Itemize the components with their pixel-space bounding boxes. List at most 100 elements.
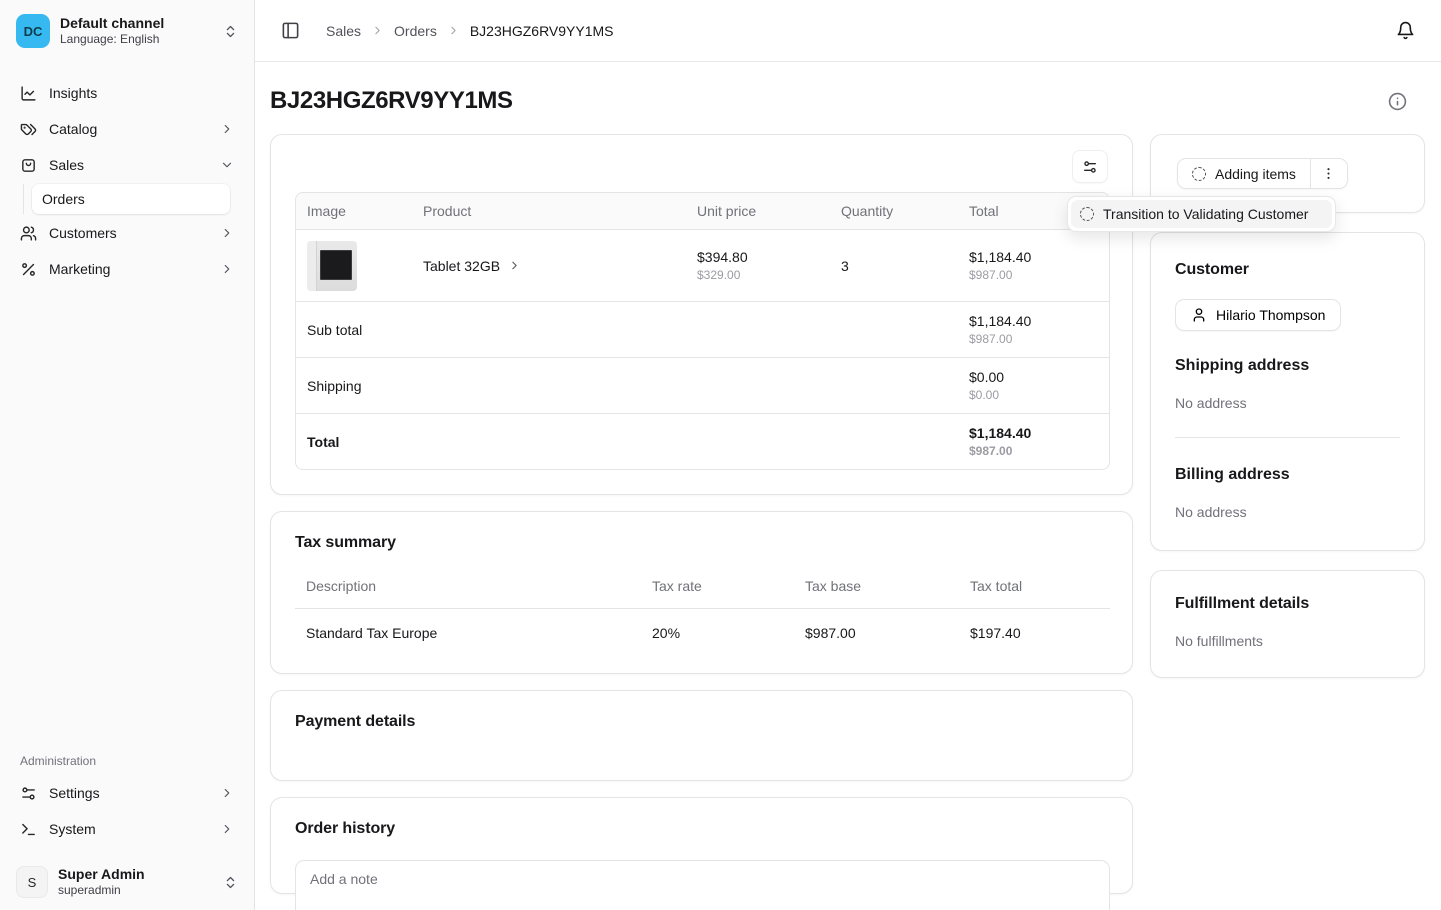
total-label: Total [295,414,958,470]
sidebar-item-settings[interactable]: Settings [14,776,240,810]
user-icon [1191,307,1207,323]
chart-line-icon [20,85,37,102]
chevron-right-icon [508,259,521,272]
fulfillment-details-title: Fulfillment details [1175,595,1400,613]
sidebar-item-label: Customers [49,225,208,241]
shopping-bag-icon [20,157,37,174]
admin-nav: Settings System [14,776,240,846]
administration-section-label: Administration [14,754,240,768]
add-note-input[interactable] [295,860,1110,910]
tax-rate: 20% [641,609,794,648]
sidebar-item-sales[interactable]: Sales [14,148,240,182]
order-state-label: Adding items [1215,166,1296,182]
product-name: Tablet 32GB [423,258,500,274]
channel-language: Language: English [60,32,213,47]
divider [1175,437,1400,438]
shipping-label: Shipping [295,358,958,414]
page-title: BJ23HGZ6RV9YY1MS [270,87,513,115]
app-window: DC Default channel Language: English Ins… [0,0,1441,910]
payment-details-title: Payment details [295,713,1108,731]
transition-state-menu-item[interactable]: Transition to Validating Customer [1071,200,1332,228]
sidebar-item-system[interactable]: System [14,812,240,846]
tax-summary-card: Tax summary Description Tax rate Tax bas… [270,511,1133,674]
total-value: $1,184.40 [969,425,1098,441]
total-net: $987.00 [969,444,1098,458]
tags-icon [20,121,37,138]
sidebar-item-orders[interactable]: Orders [32,184,230,214]
subtotal-net: $987.00 [969,332,1098,346]
topbar: Sales Orders BJ23HGZ6RV9YY1MS [255,0,1441,62]
user-name: Super Admin [58,866,213,883]
order-state-button[interactable]: Adding items [1178,159,1310,188]
chevron-right-icon [447,24,460,37]
billing-address-title: Billing address [1175,466,1400,484]
info-icon[interactable] [1388,92,1407,111]
breadcrumb: Sales Orders BJ23HGZ6RV9YY1MS [326,23,614,39]
channel-name: Default channel [60,15,213,32]
panel-left-toggle-icon[interactable] [281,21,300,40]
sidebar-item-insights[interactable]: Insights [14,76,240,110]
channel-avatar: DC [16,14,50,48]
order-actions-dropdown: Transition to Validating Customer [1067,196,1336,232]
settings2-icon [1082,159,1098,175]
bell-icon[interactable] [1396,21,1415,40]
sidebar-item-label: Marketing [49,261,208,277]
fulfillments-empty-text: No fulfillments [1175,633,1400,649]
fulfillment-details-card: Fulfillment details No fulfillments [1150,570,1425,678]
tax-summary-table: Description Tax rate Tax base Tax total … [295,570,1110,647]
chevrons-up-down-icon [223,875,238,890]
shipping-row: Shipping $0.00 $0.00 [295,358,1110,414]
sidebar: DC Default channel Language: English Ins… [0,0,255,910]
sidebar-item-label: Settings [49,785,208,801]
sidebar-item-label: Sales [49,157,208,173]
total-row: Total $1,184.40 $987.00 [295,414,1110,470]
chevron-right-icon [371,24,384,37]
terminal-icon [20,821,37,838]
order-line-row: Tablet 32GB $394.80 $329.00 [295,230,1110,302]
tax-summary-title: Tax summary [295,534,1108,552]
channel-switcher[interactable]: DC Default channel Language: English [14,12,240,50]
breadcrumb-current: BJ23HGZ6RV9YY1MS [470,23,614,39]
sidebar-item-catalog[interactable]: Catalog [14,112,240,146]
column-header-tax-base: Tax base [794,570,959,609]
more-vertical-icon [1321,166,1336,181]
user-menu[interactable]: S Super Admin superadmin [14,864,240,900]
customer-title: Customer [1175,261,1400,279]
tax-row: Standard Tax Europe 20% $987.00 $197.40 [295,609,1110,648]
order-history-card: Order history [270,797,1133,894]
chevron-right-icon [220,122,234,136]
transition-state-label: Transition to Validating Customer [1103,206,1308,222]
breadcrumb-sales[interactable]: Sales [326,23,361,39]
order-actions-menu-button[interactable] [1310,159,1347,188]
column-header-unit-price: Unit price [686,192,830,230]
chevron-down-icon [220,158,234,172]
user-username: superadmin [58,883,213,898]
customer-card: Customer Hilario Thompson Shipping addre… [1150,232,1425,551]
main-area: Sales Orders BJ23HGZ6RV9YY1MS BJ23HGZ6RV… [255,0,1441,910]
product-link[interactable]: Tablet 32GB [423,258,521,274]
order-items-card: Image Product Unit price Quantity Total [270,134,1133,495]
table-settings-button[interactable] [1072,150,1108,183]
shipping-address-title: Shipping address [1175,357,1400,375]
sidebar-nav: Insights Catalog Sales [14,76,240,286]
order-lines-table: Image Product Unit price Quantity Total [295,192,1110,470]
column-header-quantity: Quantity [830,192,958,230]
chevron-right-icon [220,226,234,240]
unit-price: $394.80 [697,249,819,265]
quantity-value: 3 [841,258,849,274]
line-total: $1,184.40 [969,249,1098,265]
chevron-right-icon [220,786,234,800]
tax-base: $987.00 [794,609,959,648]
chevrons-up-down-icon [223,24,238,39]
spinner-icon [1080,207,1094,221]
sidebar-item-label: Orders [42,191,85,207]
breadcrumb-orders[interactable]: Orders [394,23,437,39]
shipping-address-value: No address [1175,395,1400,411]
billing-address-value: No address [1175,504,1400,520]
sidebar-item-label: Catalog [49,121,208,137]
sidebar-item-customers[interactable]: Customers [14,216,240,250]
sidebar-item-marketing[interactable]: Marketing [14,252,240,286]
subtotal-value: $1,184.40 [969,313,1098,329]
sidebar-item-label: Insights [49,85,234,101]
customer-link-button[interactable]: Hilario Thompson [1175,299,1341,331]
